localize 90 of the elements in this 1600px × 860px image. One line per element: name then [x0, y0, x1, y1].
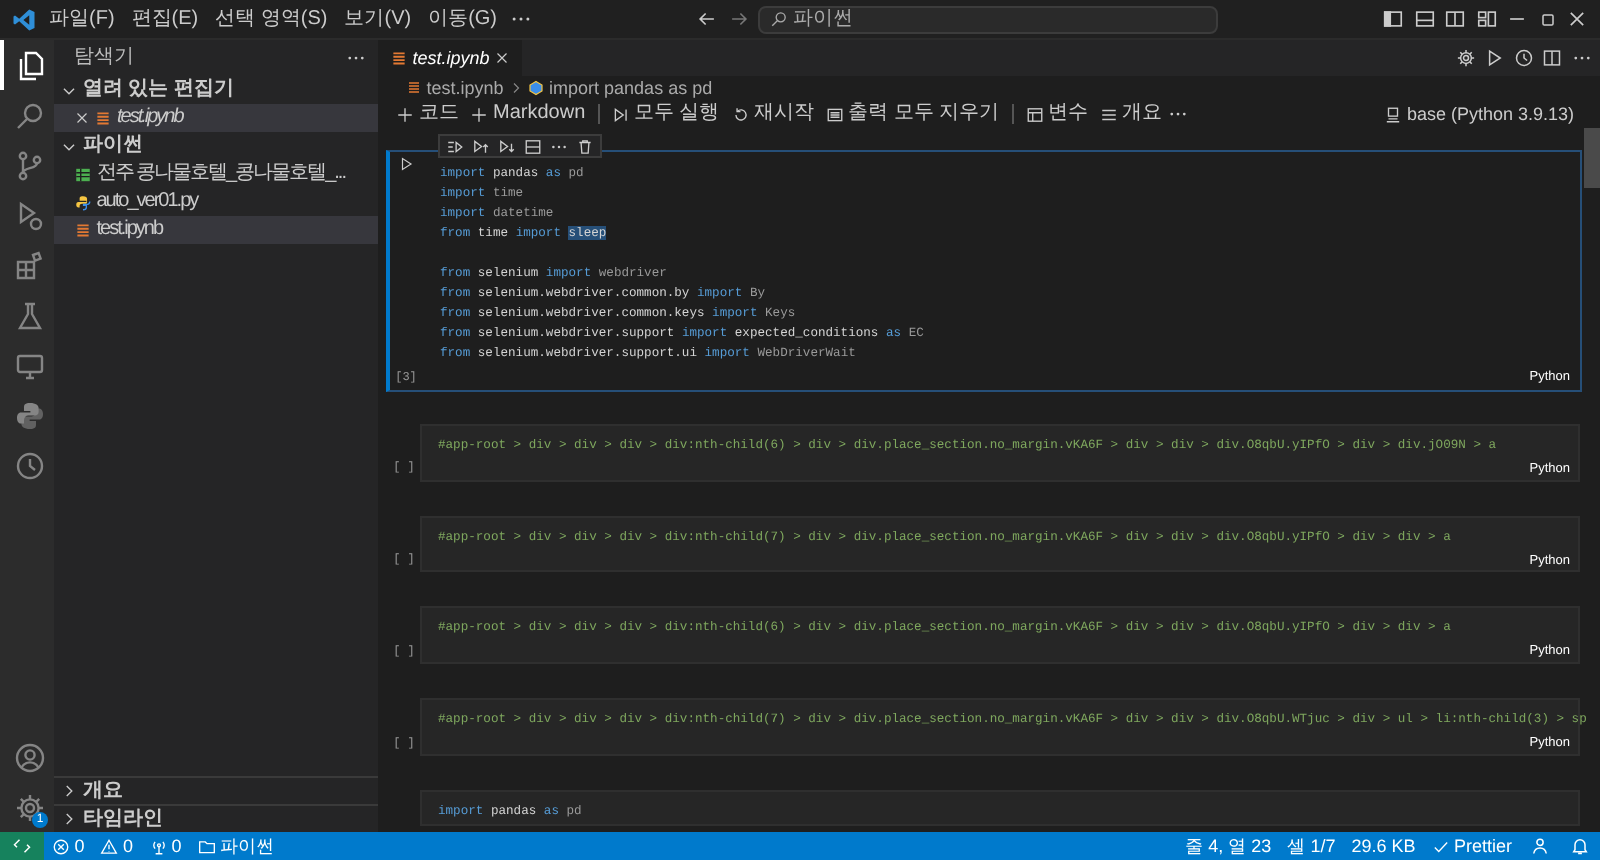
run-by-line-icon[interactable] [446, 137, 464, 155]
toolbar-button[interactable]: 변수 [1019, 101, 1094, 127]
toolbar-button[interactable]: Markdown [464, 101, 592, 127]
remote-icon [12, 836, 32, 856]
settings-icon[interactable] [13, 791, 45, 823]
flask-icon[interactable] [13, 299, 45, 331]
toolbar-button[interactable]: 개요 [1093, 101, 1169, 127]
status-item[interactable]: 파이썬 [189, 832, 283, 860]
notebook-file-icon [406, 80, 422, 96]
status-item[interactable]: 셀 1/7 [1279, 832, 1344, 860]
restart-icon [731, 105, 750, 123]
forward-arrow-icon[interactable] [727, 8, 750, 30]
section-header[interactable]: 열려 있는 편집기 [54, 76, 378, 104]
status-item[interactable]: Prettier [1423, 832, 1520, 860]
status-item[interactable]: 줄 4, 열 23 [1177, 832, 1280, 860]
status-item[interactable]: 29.6 KB [1343, 832, 1424, 860]
search-icon [770, 10, 789, 28]
code-file-icon [74, 193, 92, 211]
maximize-icon[interactable] [1537, 9, 1557, 29]
toolbar-button[interactable]: 모두 실행 [605, 101, 726, 127]
monitor-icon[interactable] [13, 349, 45, 381]
bell-icon[interactable] [1570, 836, 1590, 856]
cube-icon [528, 80, 545, 96]
layout-icon[interactable] [1475, 8, 1497, 30]
close-icon[interactable] [74, 110, 90, 126]
panel-toggle-icon[interactable] [1413, 8, 1435, 30]
section-header[interactable]: 파이썬 [54, 132, 378, 160]
history-icon[interactable] [1513, 48, 1533, 68]
delete-icon[interactable] [576, 137, 594, 155]
kernel-picker[interactable]: base (Python 3.9.13) [1378, 101, 1580, 127]
spreadsheet-file-icon [74, 165, 92, 183]
menu-item[interactable]: 편집(E) [127, 7, 203, 31]
run-cell-icon[interactable] [398, 156, 414, 172]
kernel-icon [1384, 105, 1403, 123]
scrollbar-thumb[interactable] [1584, 128, 1600, 188]
sidebar-title: 탐색기 [74, 46, 134, 70]
extensions-icon[interactable] [13, 249, 45, 281]
file-item[interactable]: auto_ver01.py [54, 188, 378, 216]
status-item[interactable]: 0 [44, 832, 93, 860]
split-cell-icon[interactable] [524, 137, 542, 155]
settings-icon[interactable] [1455, 48, 1475, 68]
warning-icon [100, 837, 119, 855]
back-arrow-icon[interactable] [696, 8, 719, 30]
search-icon[interactable] [13, 99, 45, 131]
source-control-icon[interactable] [13, 149, 45, 181]
search-field-text: 파이썬 [792, 7, 853, 31]
split-layout-icon[interactable] [1444, 8, 1466, 30]
section-header[interactable]: 개요 [54, 776, 378, 804]
close-icon[interactable] [494, 50, 511, 66]
chevron-icon [508, 80, 525, 96]
check-icon [1431, 837, 1450, 855]
plus-icon [470, 105, 489, 123]
status-item[interactable]: 0 [92, 832, 142, 860]
snake-icon[interactable] [13, 399, 45, 431]
person-icon[interactable] [1530, 836, 1550, 856]
sidebar-toggle-icon[interactable] [1382, 8, 1404, 30]
breadcrumb-item[interactable]: import pandas as pd [549, 77, 713, 99]
variables-icon [1025, 105, 1044, 123]
broadcast-icon [149, 837, 168, 855]
status-item[interactable]: 0 [141, 832, 190, 860]
notebook-file-icon [74, 221, 92, 239]
folder-icon [197, 837, 216, 855]
search-field[interactable]: 파이썬 [758, 5, 1219, 33]
breadcrumb-item[interactable]: test.ipynb [426, 77, 504, 99]
outline-icon [1099, 105, 1118, 123]
menu-item[interactable]: 이동(G) [424, 7, 502, 31]
notebook-file-icon [390, 49, 408, 67]
toolbar-button[interactable]: 출력 모두 지우기 [819, 101, 1006, 127]
file-item[interactable]: test.ipynb [54, 104, 378, 132]
menu-item[interactable]: 선택 영역(S) [211, 7, 332, 31]
run-above-icon[interactable] [472, 137, 490, 155]
toolbar-button[interactable]: 코드 [390, 101, 465, 127]
app-logo-icon [12, 7, 36, 31]
clear-outputs-icon [825, 105, 844, 123]
file-item[interactable]: 전주 콩나물호텔_콩나물호텔_... [54, 160, 378, 188]
editor-tab[interactable]: test.ipynb [378, 40, 523, 76]
account-icon[interactable] [13, 741, 45, 773]
run-icon[interactable] [1484, 48, 1504, 68]
run-below-icon[interactable] [498, 137, 516, 155]
close-icon[interactable] [1566, 8, 1588, 30]
menu-item[interactable]: 파일(F) [45, 7, 119, 31]
run-all-icon [611, 105, 630, 123]
menu-item[interactable]: 보기(V) [340, 7, 416, 31]
notebook-file-icon [94, 109, 113, 127]
file-item[interactable]: test.ipynb [54, 216, 378, 244]
plus-icon [396, 105, 414, 123]
split-editor-icon[interactable] [1542, 48, 1562, 68]
toolbar-button[interactable]: 재시작 [725, 101, 820, 127]
remote-button[interactable] [0, 832, 44, 860]
error-icon [52, 837, 70, 855]
